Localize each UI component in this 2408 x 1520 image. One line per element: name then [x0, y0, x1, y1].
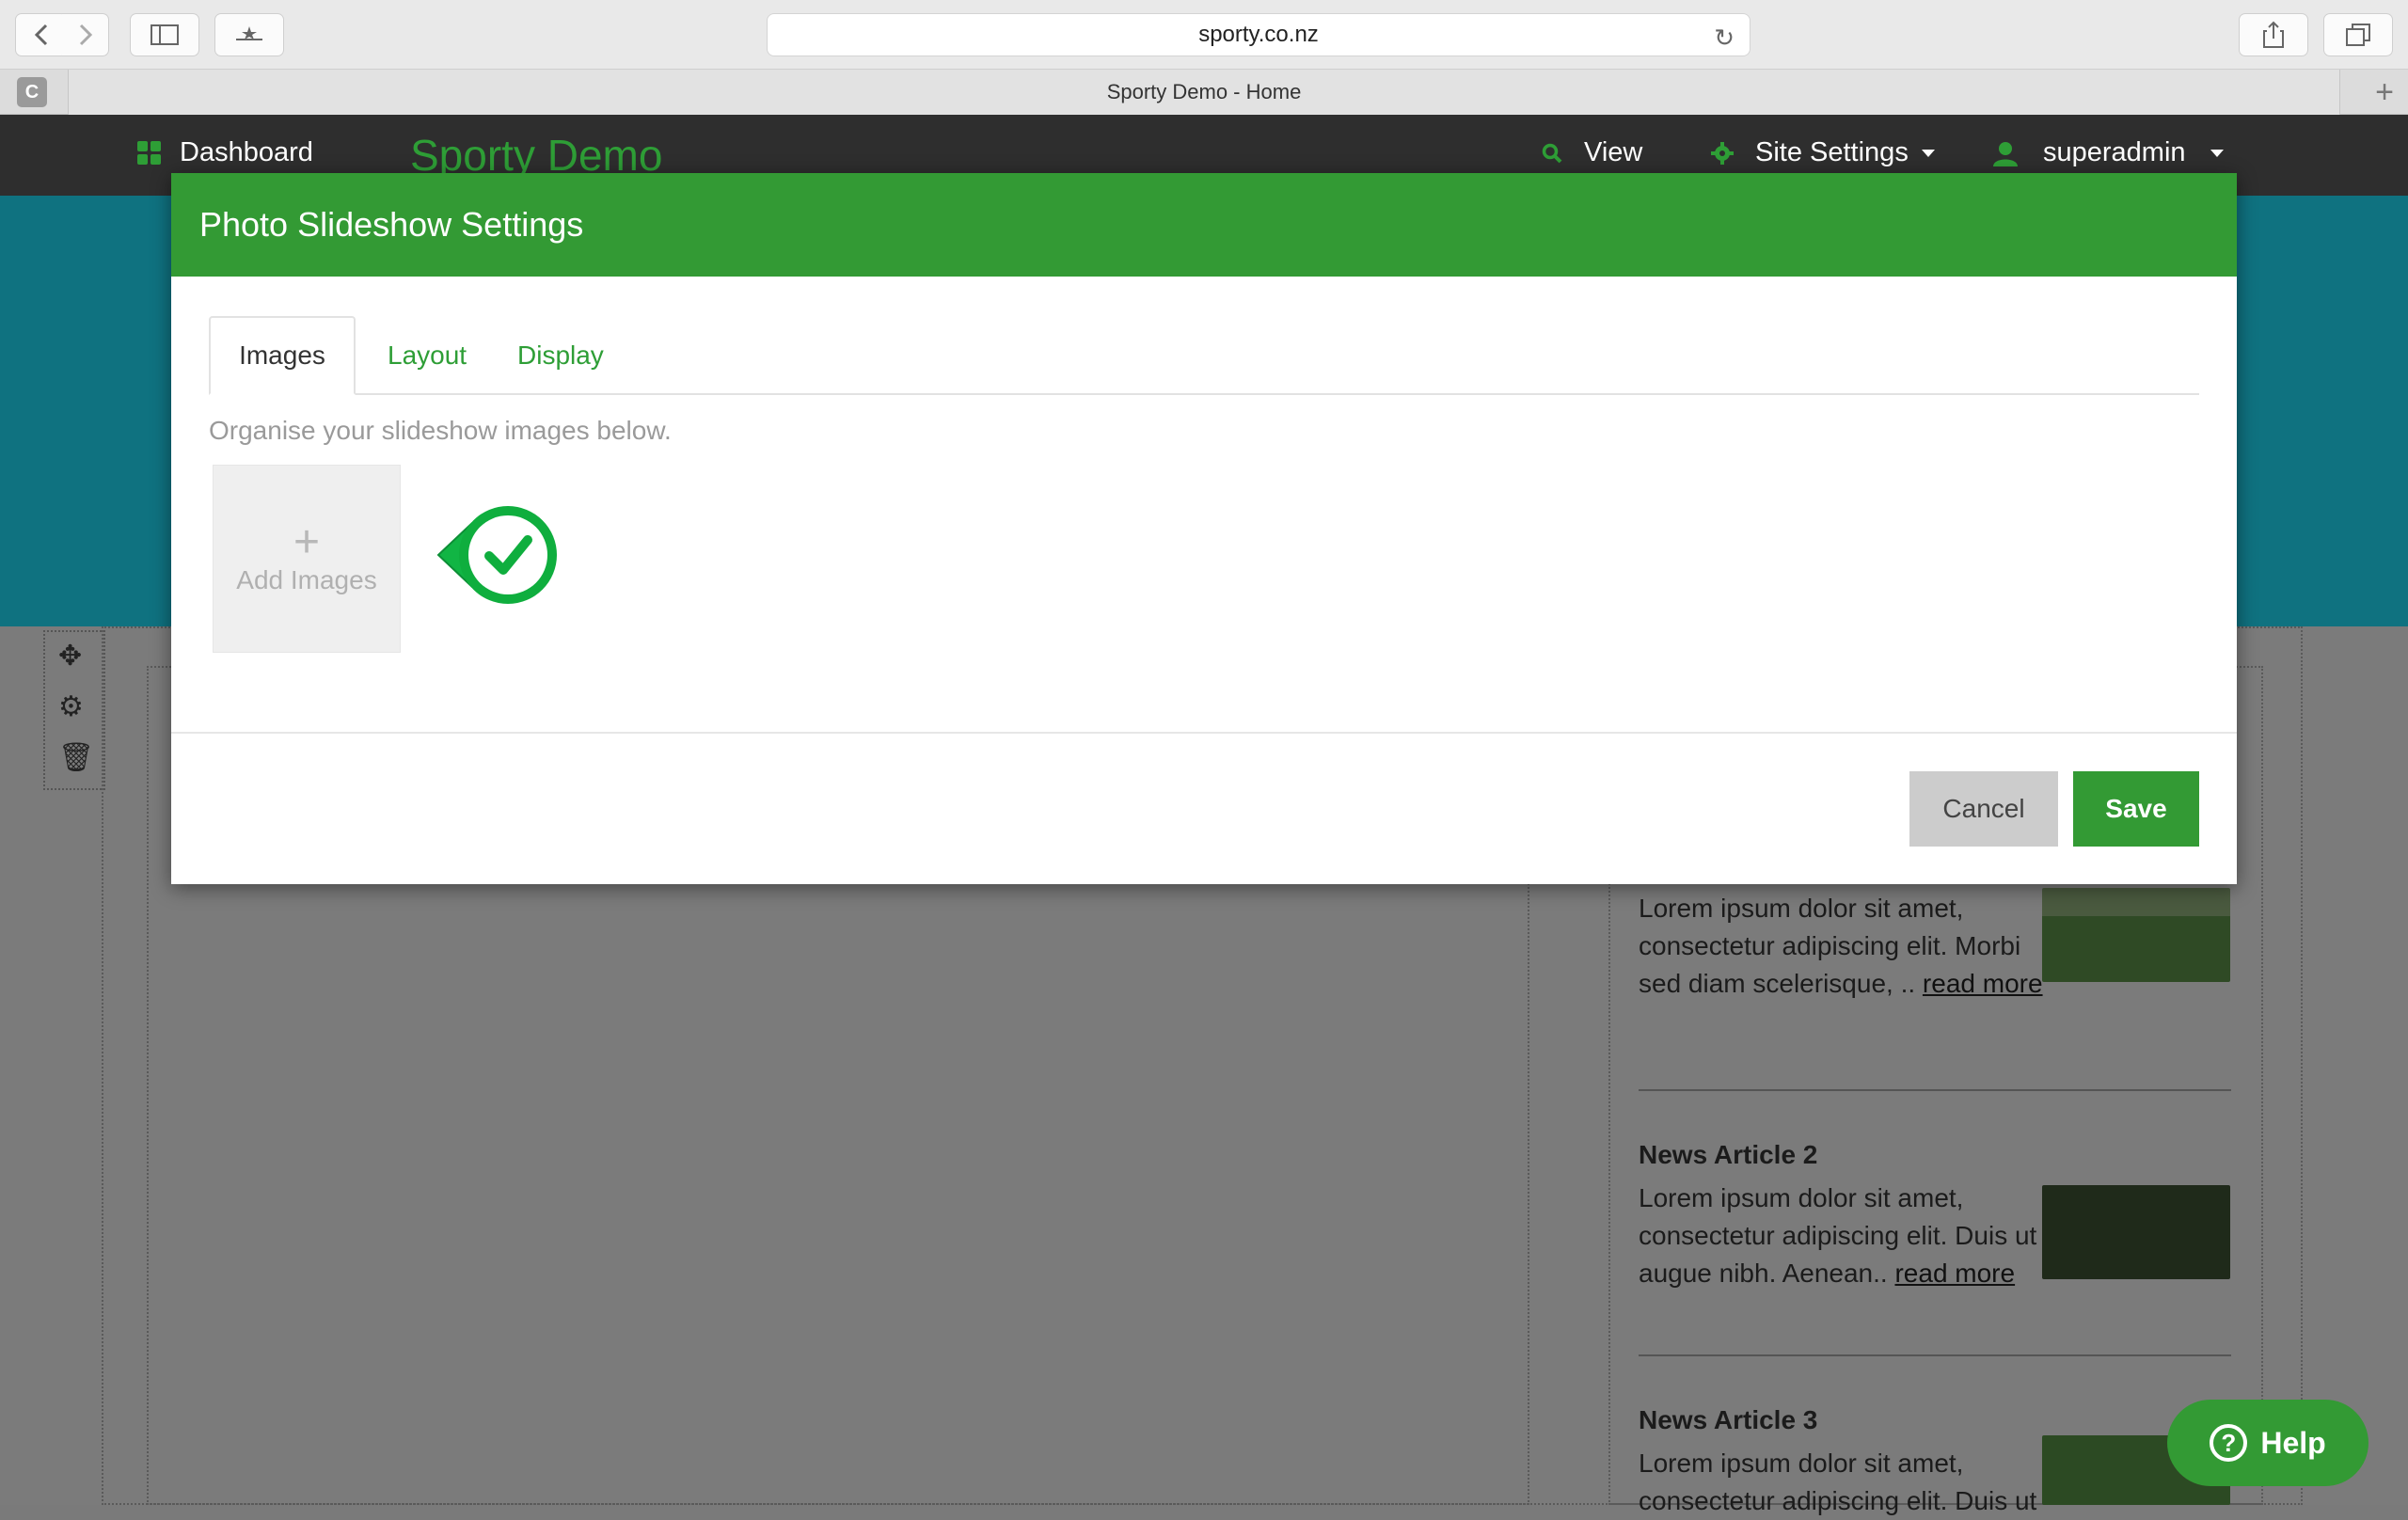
article-text: Lorem ipsum dolor sit amet, consectetur … [1639, 1449, 2037, 1515]
checkmark-badge-icon [436, 506, 557, 604]
bookmarks-button[interactable] [214, 13, 284, 56]
tab-layout[interactable]: Layout [388, 316, 467, 395]
photo-slideshow-settings-modal: Photo Slideshow Settings Images Layout D… [171, 173, 2237, 884]
new-tab-icon[interactable]: + [2361, 70, 2408, 115]
article-text: Lorem ipsum dolor sit amet, consectetur … [1639, 894, 2043, 998]
nav-dashboard-label: Dashboard [180, 137, 313, 167]
browser-tab[interactable]: Sporty Demo - Home [68, 70, 2340, 115]
share-icon [2263, 21, 2284, 48]
back-button[interactable] [15, 13, 68, 56]
images-hint: Organise your slideshow images below. [209, 416, 672, 445]
read-more-link[interactable]: read more [1923, 969, 2043, 998]
chevron-left-icon [34, 24, 48, 46]
move-icon[interactable]: ✥ [58, 640, 82, 673]
save-button[interactable]: Save [2073, 771, 2199, 847]
browser-toolbar: sporty.co.nz ↻ [0, 0, 2408, 70]
cancel-button[interactable]: Cancel [1909, 771, 2058, 847]
caret-down-icon [2210, 149, 2224, 157]
forward-button[interactable] [62, 13, 109, 56]
help-button[interactable]: ? Help [2167, 1400, 2368, 1486]
article-thumbnail[interactable] [2042, 888, 2230, 982]
nav-user-menu[interactable]: superadmin [1992, 137, 2224, 168]
add-images-button[interactable]: + Add Images [213, 465, 401, 653]
caret-down-icon [1921, 149, 1935, 157]
favicon: C [17, 77, 47, 107]
question-icon: ? [2210, 1424, 2248, 1462]
nav-view-label: View [1584, 137, 1643, 167]
nav-view[interactable]: View [1541, 137, 1642, 168]
modal-title: Photo Slideshow Settings [199, 205, 584, 244]
user-icon [1993, 141, 2018, 166]
sidebar-icon [150, 24, 179, 45]
modal-header: Photo Slideshow Settings [171, 173, 2237, 277]
help-label: Help [2260, 1425, 2326, 1460]
reload-icon[interactable]: ↻ [1714, 24, 1735, 53]
search-icon [1542, 143, 1562, 163]
article-title[interactable]: News Article 2 [1639, 1140, 2231, 1170]
tabs-overview-button[interactable] [2323, 13, 2393, 56]
tab-title: Sporty Demo - Home [1106, 80, 1302, 103]
modal-tabs: Images Layout Display [209, 316, 2199, 395]
address-bar[interactable]: sporty.co.nz ↻ [767, 13, 1751, 56]
read-more-link[interactable]: read more [1894, 1259, 2015, 1288]
block-tools: ✥ ⚙ 🗑 [43, 630, 105, 790]
article-title[interactable]: News Article 3 [1639, 1405, 2231, 1435]
share-button[interactable] [2239, 13, 2308, 56]
star-icon [236, 26, 262, 40]
article-divider [1639, 1089, 2231, 1091]
nav-site-settings-label: Site Settings [1755, 137, 1909, 167]
nav-site-settings[interactable]: Site Settings [1710, 137, 1935, 168]
tabs-icon [2346, 24, 2370, 46]
url-text: sporty.co.nz [1198, 22, 1319, 47]
article-thumbnail[interactable] [2042, 1185, 2230, 1279]
dashboard-grid-icon [137, 141, 161, 165]
chevron-right-icon [79, 24, 92, 46]
nav-dashboard[interactable]: Dashboard [137, 137, 313, 168]
tab-images[interactable]: Images [209, 316, 356, 395]
tab-display[interactable]: Display [517, 316, 604, 395]
modal-footer-divider [171, 732, 2237, 734]
nav-user-label: superadmin [2043, 137, 2186, 167]
article-text: Lorem ipsum dolor sit amet, consectetur … [1639, 1183, 2037, 1288]
sidebar-button[interactable] [130, 13, 199, 56]
gear-icon [1711, 141, 1734, 165]
gear-icon[interactable]: ⚙ [58, 690, 84, 723]
trash-icon[interactable]: 🗑 [58, 741, 94, 774]
plus-icon: + [293, 517, 321, 567]
article-divider [1639, 1354, 2231, 1356]
add-images-label: Add Images [236, 565, 377, 594]
